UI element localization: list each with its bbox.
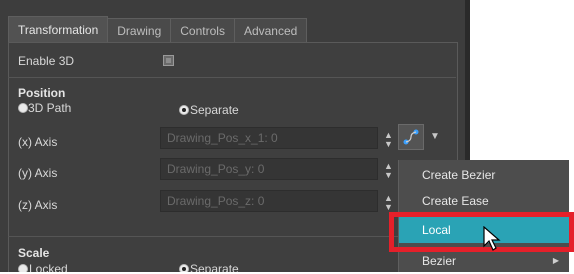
locked-label: Locked: [29, 262, 68, 272]
tab-advanced[interactable]: Advanced: [233, 18, 308, 42]
divider: [8, 77, 456, 78]
locked-radio[interactable]: [18, 264, 28, 272]
scale-separate-radio[interactable]: [179, 264, 189, 272]
z-axis-stepper[interactable]: ▲ ▼: [384, 194, 393, 212]
menu-item-create-ease[interactable]: Create Ease: [399, 188, 569, 214]
chevron-down-icon[interactable]: ▼: [430, 131, 440, 142]
x-axis-field[interactable]: Drawing_Pos_x_1: 0: [160, 127, 378, 149]
x-axis-label: (x) Axis: [18, 135, 58, 149]
separate-radio[interactable]: [179, 105, 189, 115]
3d-path-radio[interactable]: [18, 103, 28, 113]
menu-item-bezier-label: Bezier: [422, 254, 457, 268]
function-curve-icon: [403, 129, 419, 145]
z-axis-label: (z) Axis: [18, 198, 58, 212]
position-heading: Position: [18, 86, 66, 100]
y-axis-stepper[interactable]: ▲ ▼: [384, 162, 393, 180]
menu-item-create-bezier[interactable]: Create Bezier: [399, 162, 569, 188]
enable-3d-checkbox[interactable]: [163, 55, 174, 66]
enable-3d-label: Enable 3D: [18, 54, 75, 68]
scale-separate-label: Separate: [190, 262, 239, 272]
y-axis-label: (y) Axis: [18, 166, 58, 180]
3d-path-label: 3D Path: [28, 101, 72, 115]
x-axis-stepper[interactable]: ▲ ▼: [384, 131, 393, 149]
y-axis-field[interactable]: Drawing_Pos_y: 0: [160, 158, 378, 180]
mouse-pointer-icon: [483, 226, 501, 251]
separate-label: Separate: [190, 103, 239, 117]
tab-transformation[interactable]: Transformation: [8, 16, 109, 42]
z-axis-field[interactable]: Drawing_Pos_z: 0: [160, 190, 378, 212]
tab-bar: Transformation Drawing Controls Advanced: [8, 16, 308, 42]
tab-drawing[interactable]: Drawing: [107, 18, 172, 42]
tab-controls[interactable]: Controls: [170, 18, 235, 42]
function-button[interactable]: [398, 124, 424, 150]
scale-heading: Scale: [18, 246, 50, 260]
